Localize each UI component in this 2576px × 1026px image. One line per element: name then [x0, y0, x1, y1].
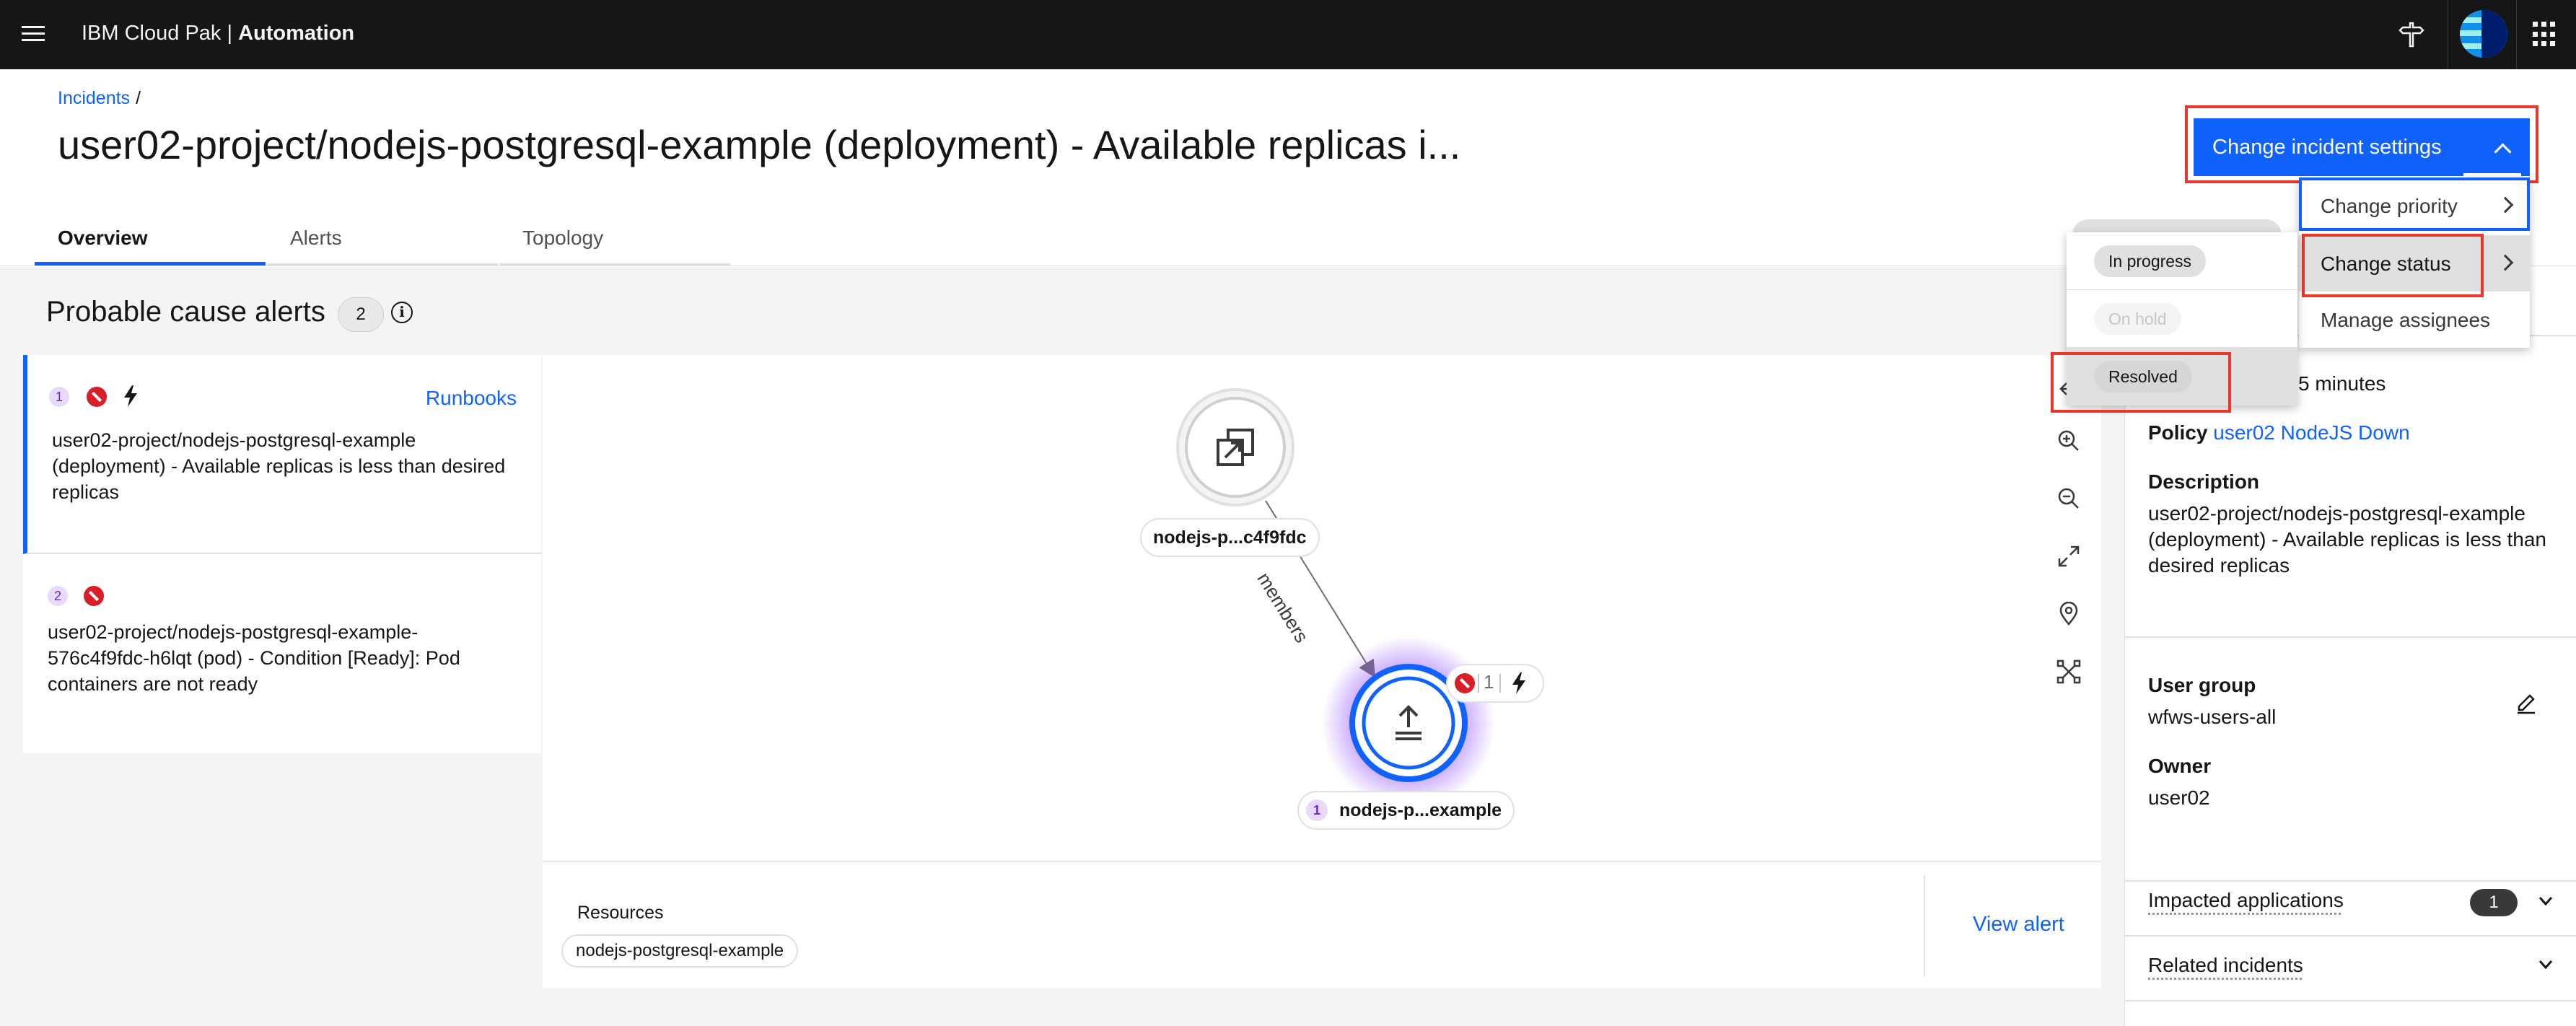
- alert-list: 1 Runbooks user02-project/nodejs-postgre…: [23, 355, 541, 753]
- policy-link[interactable]: user02 NodeJS Down: [2213, 421, 2409, 444]
- location-icon[interactable]: [2056, 602, 2081, 626]
- impacted-applications-toggle[interactable]: Impacted applications: [2148, 889, 2344, 912]
- topology-node-label-top[interactable]: nodejs-p...c4f9fdc: [1142, 519, 1318, 556]
- menu-item-manage-assignees[interactable]: Manage assignees: [2299, 291, 2530, 348]
- resources-panel: Resources nodejs-postgresql-example View…: [543, 861, 2101, 988]
- alert-card-1[interactable]: 1 Runbooks user02-project/nodejs-postgre…: [23, 355, 541, 554]
- hamburger-menu-icon[interactable]: [22, 22, 48, 48]
- resources-label: Resources: [577, 903, 664, 923]
- runbooks-link[interactable]: Runbooks: [426, 387, 517, 410]
- brand-product: Automation: [238, 22, 355, 45]
- chevron-right-icon: [2497, 254, 2514, 271]
- topology-view: nodejs-p...c4f9fdc members 1 1 nodejs-p.…: [543, 355, 2101, 860]
- tab-topology[interactable]: Topology: [499, 211, 730, 266]
- avatar: [2460, 10, 2507, 58]
- status-option-on-hold: On hold: [2067, 290, 2297, 348]
- user-group-value: wfws-users-all: [2148, 706, 2277, 728]
- annotation-highlight: [2185, 105, 2538, 183]
- badge-count: 1: [1484, 671, 1494, 693]
- status-tag: On hold: [2094, 303, 2181, 335]
- page-title: user02-project/nodejs-postgresql-example…: [58, 122, 1461, 167]
- alert-card-2[interactable]: 2 user02-project/nodejs-postgresql-examp…: [23, 556, 541, 753]
- impacted-apps-count: 1: [2470, 889, 2518, 916]
- product-brand[interactable]: IBM Cloud Pak | Automation: [82, 22, 354, 45]
- alert-2-description: user02-project/nodejs-postgresql-example…: [48, 621, 460, 695]
- duration-text: 5 minutes: [2298, 372, 2386, 395]
- focus-outline: [2299, 177, 2530, 231]
- app-switcher-icon[interactable]: [2533, 22, 2559, 48]
- status-tag: In progress: [2094, 245, 2207, 277]
- divider: [1924, 875, 1925, 976]
- replicaset-icon[interactable]: [1215, 427, 1256, 468]
- divider: [2125, 935, 2576, 937]
- user-group-label: User group: [2148, 674, 2256, 696]
- user-avatar-button[interactable]: [2448, 0, 2517, 69]
- zoom-in-icon[interactable]: [2056, 429, 2081, 453]
- resource-tag[interactable]: nodejs-postgresql-example: [561, 934, 799, 968]
- brand-prefix: IBM Cloud Pak |: [82, 22, 239, 45]
- chevron-down-icon[interactable]: [2536, 892, 2555, 911]
- policy-row: Policy user02 NodeJS Down: [2148, 421, 2410, 444]
- node-bottom-name: nodejs-p...example: [1339, 800, 1502, 820]
- probable-cause-count: 2: [338, 297, 384, 332]
- top-header: IBM Cloud Pak | Automation: [0, 0, 2576, 69]
- divider: [2125, 636, 2576, 638]
- info-icon[interactable]: i: [391, 302, 413, 323]
- node-rank-badge: 1: [1306, 799, 1328, 821]
- annotation-highlight: [2051, 352, 2231, 413]
- divider: [2125, 880, 2576, 882]
- node-status-badge: 1: [1447, 665, 1543, 701]
- status-option-in-progress[interactable]: In progress: [2067, 232, 2297, 290]
- menu-item-label: Manage assignees: [2321, 309, 2491, 331]
- critical-severity-icon: [84, 586, 104, 606]
- alert-rank-badge: 1: [49, 387, 69, 407]
- divider: [2125, 1000, 2576, 1001]
- signpost-icon[interactable]: [2397, 20, 2426, 49]
- topology-canvas: [1176, 388, 1495, 810]
- chevron-down-icon[interactable]: [2536, 955, 2555, 974]
- view-alert-link[interactable]: View alert: [1973, 913, 2064, 937]
- annotation-highlight: [2302, 234, 2484, 297]
- lightning-bolt-icon: [1512, 672, 1525, 694]
- critical-severity-icon: [1455, 673, 1475, 693]
- lightning-bolt-icon: [124, 385, 137, 407]
- fit-to-screen-icon[interactable]: [2056, 544, 2081, 569]
- zoom-out-icon[interactable]: [2056, 486, 2081, 511]
- tab-alerts[interactable]: Alerts: [267, 211, 498, 266]
- related-incidents-toggle[interactable]: Related incidents: [2148, 954, 2303, 977]
- alert-rank-badge: 2: [48, 586, 68, 606]
- probable-cause-title: Probable cause alerts: [46, 296, 325, 328]
- alert-1-description: user02-project/nodejs-postgresql-example…: [52, 429, 506, 503]
- critical-severity-icon: [87, 387, 107, 407]
- topology-node-label-bottom[interactable]: 1 nodejs-p...example: [1299, 792, 1514, 828]
- edit-icon[interactable]: [2515, 693, 2538, 716]
- network-layout-icon[interactable]: [2056, 659, 2081, 684]
- description-text: user02-project/nodejs-postgresql-example…: [2148, 502, 2546, 576]
- policy-label: Policy: [2148, 421, 2208, 444]
- owner-value: user02: [2148, 786, 2210, 809]
- breadcrumb-incidents-link[interactable]: Incidents: [58, 88, 130, 108]
- deployment-icon[interactable]: [1390, 704, 1427, 742]
- owner-label: Owner: [2148, 755, 2212, 777]
- tab-overview[interactable]: Overview: [35, 211, 266, 266]
- breadcrumb-separator: /: [136, 88, 141, 108]
- description-label: Description: [2148, 470, 2260, 493]
- breadcrumb: Incidents /: [58, 88, 141, 109]
